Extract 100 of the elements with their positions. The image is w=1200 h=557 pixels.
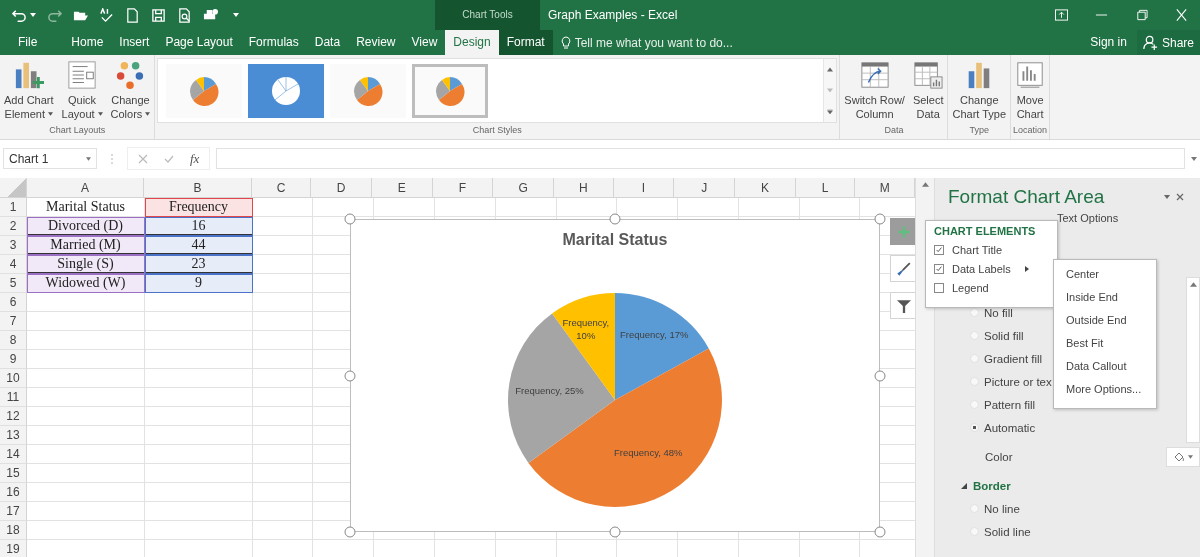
checkbox[interactable] [934, 282, 944, 293]
ribbon-tab[interactable]: Page Layout [157, 30, 241, 55]
row-header[interactable]: 13 [0, 426, 27, 445]
row-header[interactable]: 6 [0, 293, 27, 312]
row-header[interactable]: 12 [0, 407, 27, 426]
border-section-header[interactable]: Border [961, 475, 1200, 497]
column-header[interactable]: D [311, 178, 372, 197]
row-header[interactable]: 14 [0, 445, 27, 464]
chart-area[interactable]: Marital Status Frequency, 10% Frequency, 17% Frequency, 25% Frequency, 48% [350, 219, 880, 532]
menu-item[interactable]: More Options... [1066, 378, 1156, 401]
row-header[interactable]: 15 [0, 464, 27, 483]
chart-style-thumbnail[interactable] [166, 63, 243, 118]
insert-function-button[interactable]: fx [190, 150, 200, 167]
column-header[interactable]: H [554, 178, 614, 197]
resize-handle[interactable] [874, 370, 886, 381]
sign-in-link[interactable]: Sign in [1080, 30, 1137, 55]
radio-option[interactable]: Gradient fill [970, 347, 1043, 370]
chart-element-option[interactable]: Data Labels [934, 259, 1049, 278]
check-icon[interactable] [164, 153, 174, 164]
menu-item[interactable]: Outside End [1066, 309, 1156, 332]
ribbon-tab[interactable]: Insert [111, 30, 158, 55]
chart-style-thumbnail[interactable] [330, 63, 407, 118]
chart-element-option[interactable]: Chart Title [934, 240, 1049, 259]
scroll-up-icon[interactable] [921, 182, 929, 187]
checkbox[interactable] [934, 244, 944, 255]
checkbox[interactable] [934, 263, 944, 274]
formula-input[interactable] [216, 148, 1185, 169]
ribbon-button[interactable]: Change Chart Type [950, 58, 1009, 123]
ribbon-button[interactable]: Change Colors [108, 58, 153, 123]
resize-handle[interactable] [344, 370, 356, 381]
radio-option[interactable]: No line [970, 497, 1020, 520]
column-header[interactable]: C [251, 178, 312, 197]
scroll-down-icon[interactable] [827, 88, 834, 93]
ribbon-button[interactable]: Add Chart Element [2, 58, 56, 123]
resize-handle[interactable] [874, 526, 886, 538]
ribbon-tab[interactable]: Data [306, 30, 349, 55]
column-header[interactable]: I [613, 178, 675, 197]
menu-item[interactable]: Inside End [1066, 286, 1156, 309]
radio-option[interactable]: Automatic [970, 416, 1036, 439]
cancel-icon[interactable] [138, 153, 148, 164]
column-header[interactable]: K [735, 178, 796, 197]
row-header[interactable]: 17 [0, 502, 27, 521]
document-icon[interactable] [125, 7, 140, 23]
ribbon-button[interactable]: Quick Layout [59, 58, 105, 123]
spelling-icon[interactable] [99, 7, 114, 23]
row-header[interactable]: 9 [0, 350, 27, 369]
save-icon[interactable] [151, 7, 166, 23]
tell-me-field[interactable]: Tell me what you want to do... [574, 35, 795, 50]
caret-icon[interactable] [30, 13, 36, 17]
chart-side-button[interactable] [890, 255, 916, 282]
scroll-up-icon[interactable] [827, 67, 834, 72]
column-header[interactable]: G [493, 178, 554, 197]
ribbon-tab[interactable]: Design [445, 30, 499, 55]
menu-item[interactable]: Best Fit [1066, 332, 1156, 355]
row-header[interactable]: 5 [0, 274, 27, 293]
row-header[interactable]: 11 [0, 388, 27, 407]
column-header[interactable]: L [795, 178, 856, 197]
restore-icon[interactable] [1135, 9, 1148, 21]
customize-caret-icon[interactable] [233, 13, 239, 17]
more-styles-icon[interactable] [827, 109, 834, 114]
caret-icon[interactable] [1164, 195, 1171, 199]
scroll-up-icon[interactable] [1189, 282, 1197, 287]
resize-handle[interactable] [344, 526, 356, 538]
text-options-tab[interactable]: Text Options [1057, 212, 1119, 224]
name-box[interactable]: Chart 1 [3, 148, 97, 169]
chart-style-thumbnail[interactable] [248, 63, 325, 118]
radio-button[interactable] [970, 423, 979, 432]
row-header[interactable]: 19 [0, 540, 27, 557]
column-header[interactable]: A [26, 178, 145, 197]
column-header[interactable]: B [144, 178, 252, 197]
color-picker-button[interactable] [1166, 447, 1200, 467]
ribbon-button[interactable]: Move Chart [1013, 58, 1048, 123]
ribbon-button[interactable]: Select Data [910, 58, 946, 123]
row-header[interactable]: 7 [0, 312, 27, 331]
print-preview-icon[interactable] [177, 7, 192, 23]
ribbon-button[interactable]: Switch Row/ Column [842, 58, 907, 123]
radio-option[interactable]: Solid fill [970, 324, 1024, 347]
gallery-scroll[interactable] [823, 59, 837, 122]
row-header[interactable]: 8 [0, 331, 27, 350]
row-header[interactable]: 3 [0, 236, 27, 255]
close-icon[interactable] [1176, 193, 1185, 201]
resize-handle[interactable] [609, 526, 621, 538]
ribbon-tab[interactable]: Review [348, 30, 404, 55]
ribbon-tab[interactable]: View [403, 30, 446, 55]
ribbon-tab[interactable]: Format [498, 30, 553, 55]
ribbon-tab[interactable]: Formulas [240, 30, 307, 55]
chart-style-thumbnail[interactable] [412, 63, 489, 118]
radio-option[interactable]: Pattern fill [970, 393, 1036, 416]
row-header[interactable]: 10 [0, 369, 27, 388]
chart-side-button[interactable] [890, 292, 916, 319]
radio-option[interactable]: Solid line [970, 520, 1031, 543]
menu-item[interactable]: Center [1066, 263, 1156, 286]
radio-option[interactable]: Picture or tex [970, 370, 1052, 393]
row-header[interactable]: 16 [0, 483, 27, 502]
resize-handle[interactable] [874, 213, 886, 225]
column-header[interactable]: E [372, 178, 433, 197]
chart-element-option[interactable]: Legend [934, 278, 1049, 297]
row-header[interactable]: 2 [0, 217, 27, 236]
menu-item[interactable]: Data Callout [1066, 355, 1156, 378]
resize-handle[interactable] [344, 213, 356, 225]
